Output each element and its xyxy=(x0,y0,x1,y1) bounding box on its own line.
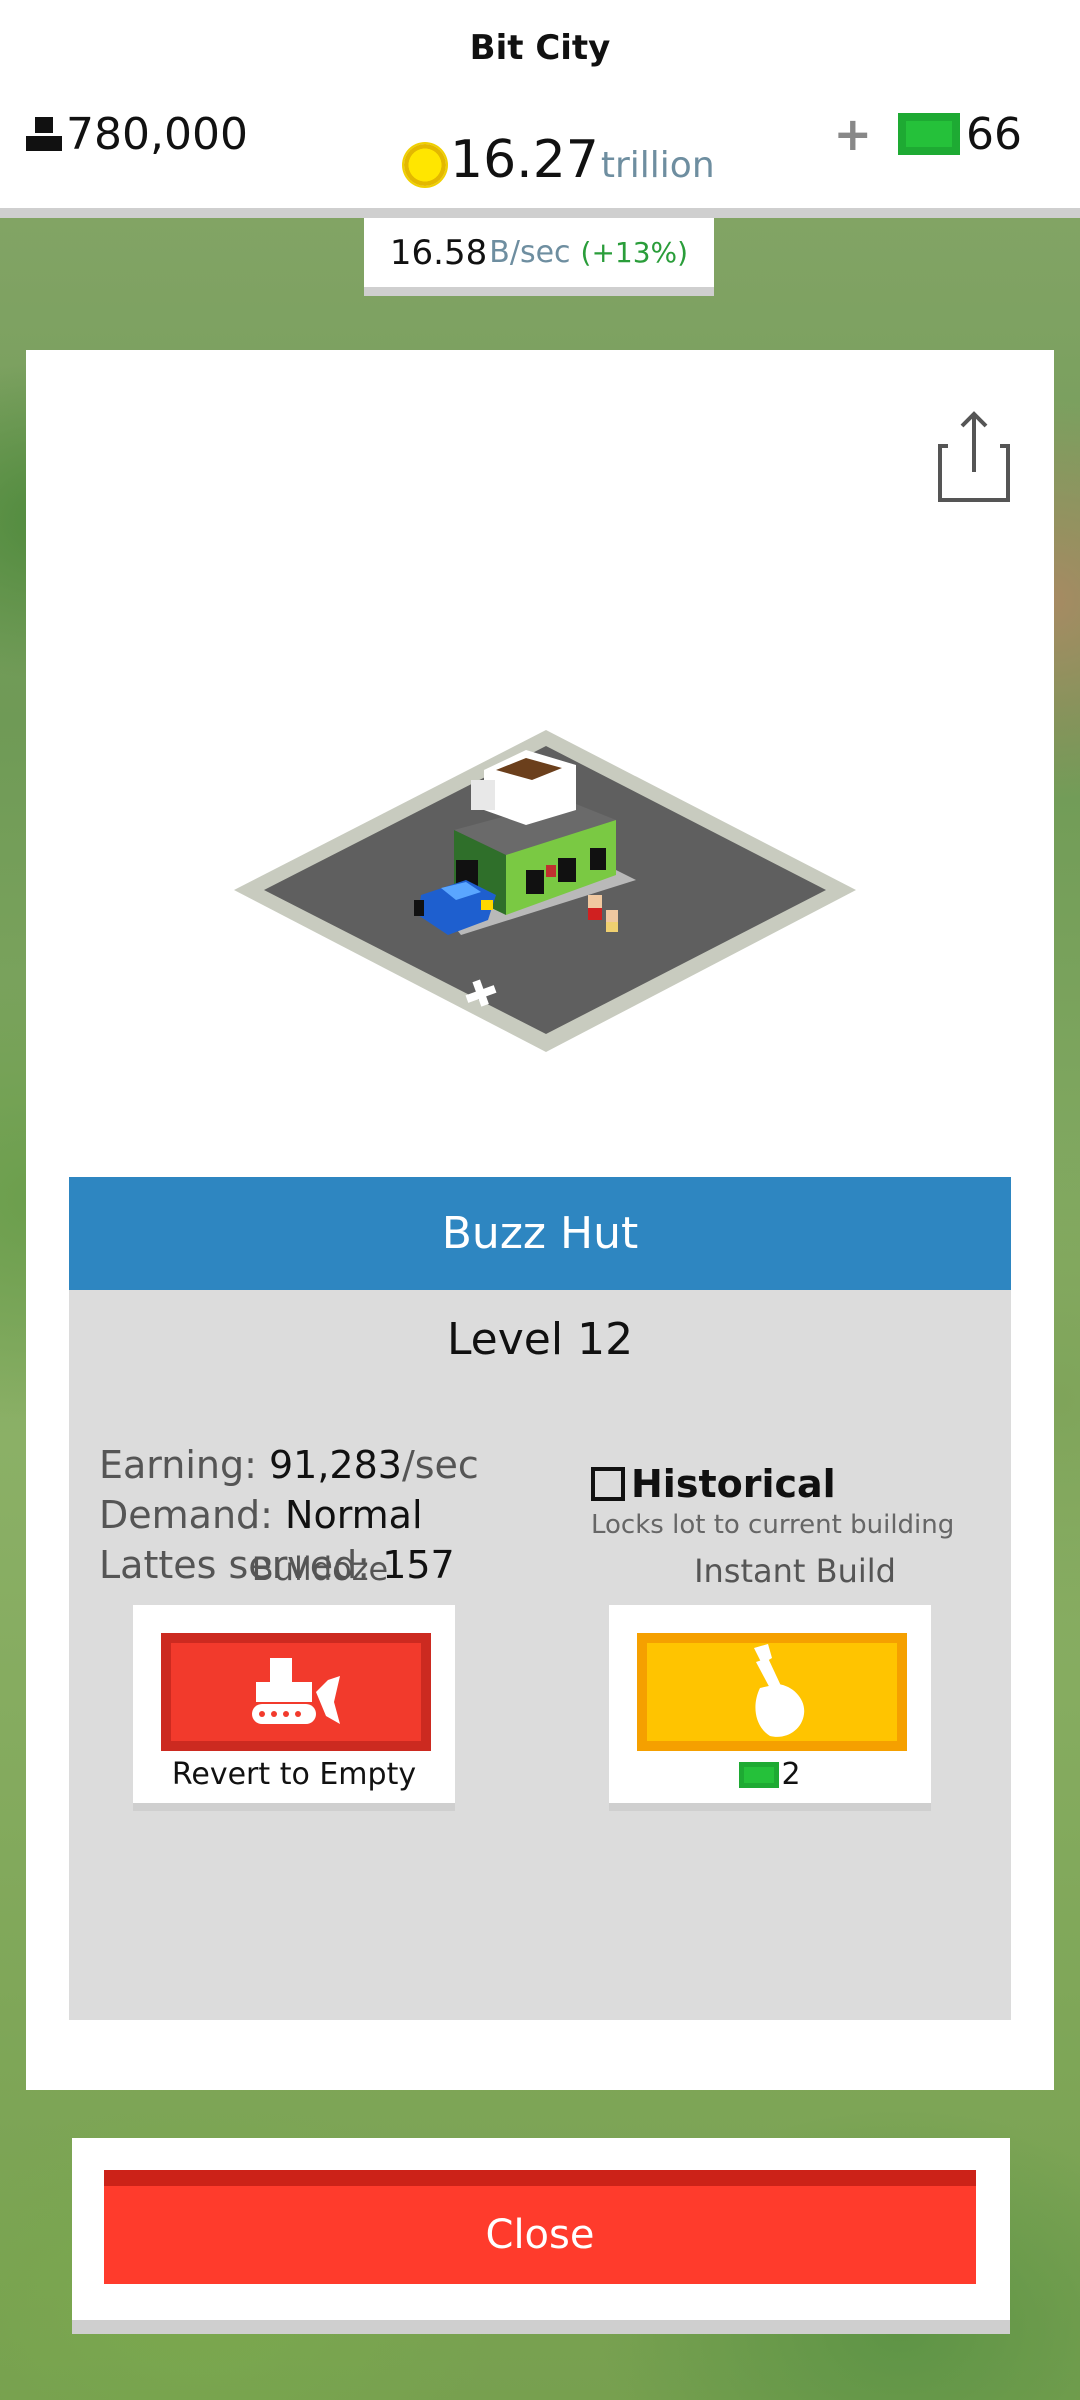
close-area: Close xyxy=(72,2138,1010,2334)
cash-amount: 16.27 xyxy=(450,130,599,190)
cash-unit: trillion xyxy=(600,145,715,186)
historical-description: Locks lot to current building xyxy=(591,1510,955,1540)
bulldozer-icon xyxy=(252,1658,340,1724)
rate-unit: B/sec xyxy=(489,235,571,270)
bux-icon xyxy=(898,113,960,155)
stat-label: Demand: xyxy=(99,1493,286,1537)
rate-bonus: (+13%) xyxy=(580,236,689,269)
income-rate-tab: 16.58 B/sec (+13%) xyxy=(364,218,714,296)
stat-earning: Earning: 91,283/sec xyxy=(99,1440,479,1490)
stat-label: Earning: xyxy=(99,1443,269,1487)
instant-build-label: Instant Build xyxy=(694,1552,896,1590)
close-label: Close xyxy=(485,2212,595,2258)
instant-build-box: 2 xyxy=(609,1605,931,1811)
bux-count: 66 xyxy=(966,108,1022,160)
population-display: 780,000 xyxy=(26,104,248,164)
stat-value: Normal xyxy=(285,1493,423,1537)
bulldoze-button[interactable] xyxy=(161,1633,431,1751)
stat-unit: /sec xyxy=(401,1443,479,1487)
historical-toggle[interactable]: Historical Locks lot to current building xyxy=(591,1462,954,1540)
top-bar: Bit City 780,000 16.27 trillion + 66 xyxy=(0,0,1080,218)
cash-display: 16.27 trillion xyxy=(404,130,715,200)
close-button[interactable]: Close xyxy=(104,2170,976,2284)
instant-build-cost-value: 2 xyxy=(781,1757,801,1792)
building-name-bar: Buzz Hut xyxy=(69,1177,1011,1290)
bulldoze-caption: Revert to Empty xyxy=(171,1757,417,1792)
stat-value: 91,283 xyxy=(268,1443,402,1487)
instant-build-button[interactable] xyxy=(637,1633,907,1751)
bulldoze-box: Revert to Empty xyxy=(133,1605,455,1811)
instant-build-cost: 2 xyxy=(609,1757,931,1792)
stat-demand: Demand: Normal xyxy=(99,1490,479,1540)
historical-row: Historical xyxy=(591,1462,954,1506)
person-icon xyxy=(26,117,62,151)
historical-label: Historical xyxy=(631,1462,836,1506)
add-bux-button[interactable]: + xyxy=(833,107,872,161)
coin-icon xyxy=(404,144,446,186)
building-illustration xyxy=(234,730,856,1052)
share-icon[interactable] xyxy=(934,406,1014,506)
bulldoze-label: Bulldoze xyxy=(251,1550,389,1588)
historical-checkbox[interactable] xyxy=(591,1467,625,1501)
building-level: Level 12 xyxy=(446,1314,634,1365)
app-title: Bit City xyxy=(469,28,611,68)
hammer-icon xyxy=(754,1644,805,1737)
bux-display: + 66 xyxy=(833,104,1022,164)
building-info-panel: Level 12 Earning: 91,283/sec Demand: Nor… xyxy=(69,1290,1011,2020)
bux-icon xyxy=(739,1761,780,1788)
building-card: Buzz Hut Level 12 Earning: 91,283/sec De… xyxy=(26,350,1054,2090)
rate-amount: 16.58 xyxy=(389,232,488,273)
building-name: Buzz Hut xyxy=(441,1208,639,1259)
population-count: 780,000 xyxy=(66,108,248,160)
